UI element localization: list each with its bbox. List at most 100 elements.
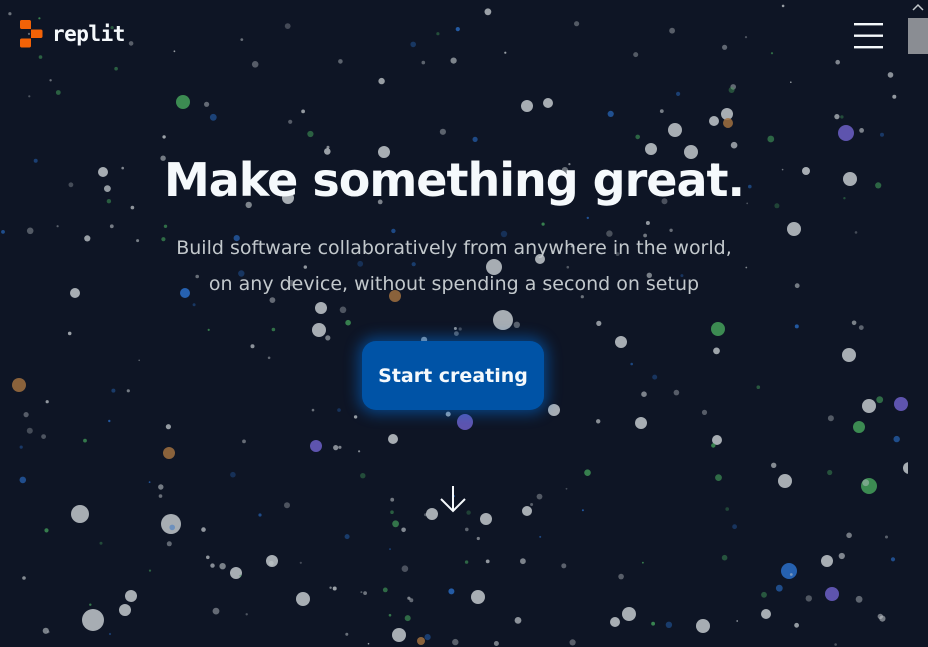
- particle: [842, 348, 856, 362]
- particle: [853, 421, 865, 433]
- particle: [465, 527, 469, 532]
- particle: [645, 221, 650, 225]
- particle: [615, 336, 627, 348]
- particle: [548, 404, 560, 416]
- particle: [439, 128, 446, 135]
- particle: [315, 302, 327, 314]
- particle: [464, 560, 469, 564]
- particle: [539, 535, 542, 538]
- particle: [641, 391, 647, 398]
- particle: [736, 620, 739, 622]
- particle: [493, 310, 513, 330]
- particle: [245, 613, 248, 616]
- chevron-up-icon[interactable]: [908, 0, 928, 14]
- particle: [84, 235, 91, 242]
- particle: [825, 587, 839, 601]
- hero-subtitle: Build software collaboratively from anyw…: [140, 230, 768, 302]
- particle: [480, 513, 492, 525]
- particle: [635, 417, 647, 429]
- particle: [767, 135, 775, 143]
- particle: [230, 567, 242, 579]
- particle: [756, 385, 761, 390]
- particle: [345, 319, 351, 326]
- particle: [805, 595, 812, 602]
- particle: [307, 130, 314, 138]
- particle: [23, 412, 29, 418]
- particle: [353, 415, 358, 419]
- particle: [45, 400, 49, 404]
- particle: [652, 374, 658, 380]
- replit-logo-link[interactable]: replit: [19, 20, 125, 48]
- particle: [721, 554, 728, 561]
- particle: [771, 462, 777, 468]
- particle: [250, 344, 255, 349]
- particle: [834, 643, 837, 646]
- particle: [838, 125, 854, 141]
- particle: [520, 558, 526, 565]
- particle: [312, 323, 326, 337]
- particle: [296, 592, 310, 606]
- particle: [424, 634, 431, 641]
- particle: [775, 584, 783, 592]
- particle: [360, 591, 363, 594]
- particle-background: [1, 4, 908, 646]
- particle: [668, 123, 682, 137]
- particle: [659, 109, 664, 113]
- particle: [1, 230, 5, 234]
- particle: [401, 565, 409, 572]
- scrollbar-thumb[interactable]: [908, 18, 928, 54]
- particle: [596, 419, 601, 424]
- particle: [521, 100, 533, 112]
- particle: [673, 389, 680, 396]
- particle: [715, 474, 722, 481]
- arrow-down-icon: [440, 486, 466, 513]
- particle: [713, 347, 720, 355]
- hamburger-menu-icon: [854, 23, 883, 49]
- particle: [794, 324, 799, 329]
- particle: [514, 617, 522, 624]
- particle: [862, 399, 876, 413]
- particle: [148, 481, 151, 483]
- hero-subtitle-line-1: Build software collaboratively from anyw…: [176, 237, 732, 259]
- particle: [311, 408, 315, 412]
- start-creating-button[interactable]: Start creating: [362, 341, 544, 410]
- particle: [239, 574, 242, 577]
- particle: [536, 493, 543, 500]
- particle: [794, 622, 799, 628]
- particle: [854, 231, 858, 234]
- particle: [390, 497, 395, 502]
- particle: [26, 227, 34, 235]
- particle: [859, 127, 864, 133]
- particle: [458, 327, 462, 331]
- particle: [894, 397, 908, 411]
- particle: [877, 613, 883, 620]
- menu-button[interactable]: [850, 18, 886, 54]
- scrollbar[interactable]: [908, 0, 928, 647]
- particle: [821, 555, 833, 567]
- particle: [284, 502, 290, 509]
- particle: [851, 320, 857, 326]
- particle: [210, 563, 215, 568]
- particle: [696, 619, 710, 633]
- particle: [219, 563, 226, 570]
- particle: [709, 116, 719, 126]
- scroll-down-button[interactable]: [438, 484, 468, 514]
- particle: [530, 503, 534, 506]
- particle: [522, 506, 532, 516]
- particle: [242, 439, 246, 444]
- particle: [67, 331, 72, 336]
- particle: [596, 320, 602, 326]
- particle: [586, 216, 589, 220]
- particle: [89, 603, 92, 606]
- header: replit: [0, 0, 908, 68]
- particle: [840, 115, 844, 119]
- particle: [206, 555, 210, 560]
- particle: [711, 322, 725, 336]
- hero-title: Make something great.: [163, 153, 745, 207]
- particle: [367, 642, 370, 645]
- particle: [382, 587, 388, 593]
- particle: [344, 534, 350, 540]
- particle: [676, 91, 681, 96]
- particle: [445, 411, 451, 417]
- particle: [55, 90, 61, 95]
